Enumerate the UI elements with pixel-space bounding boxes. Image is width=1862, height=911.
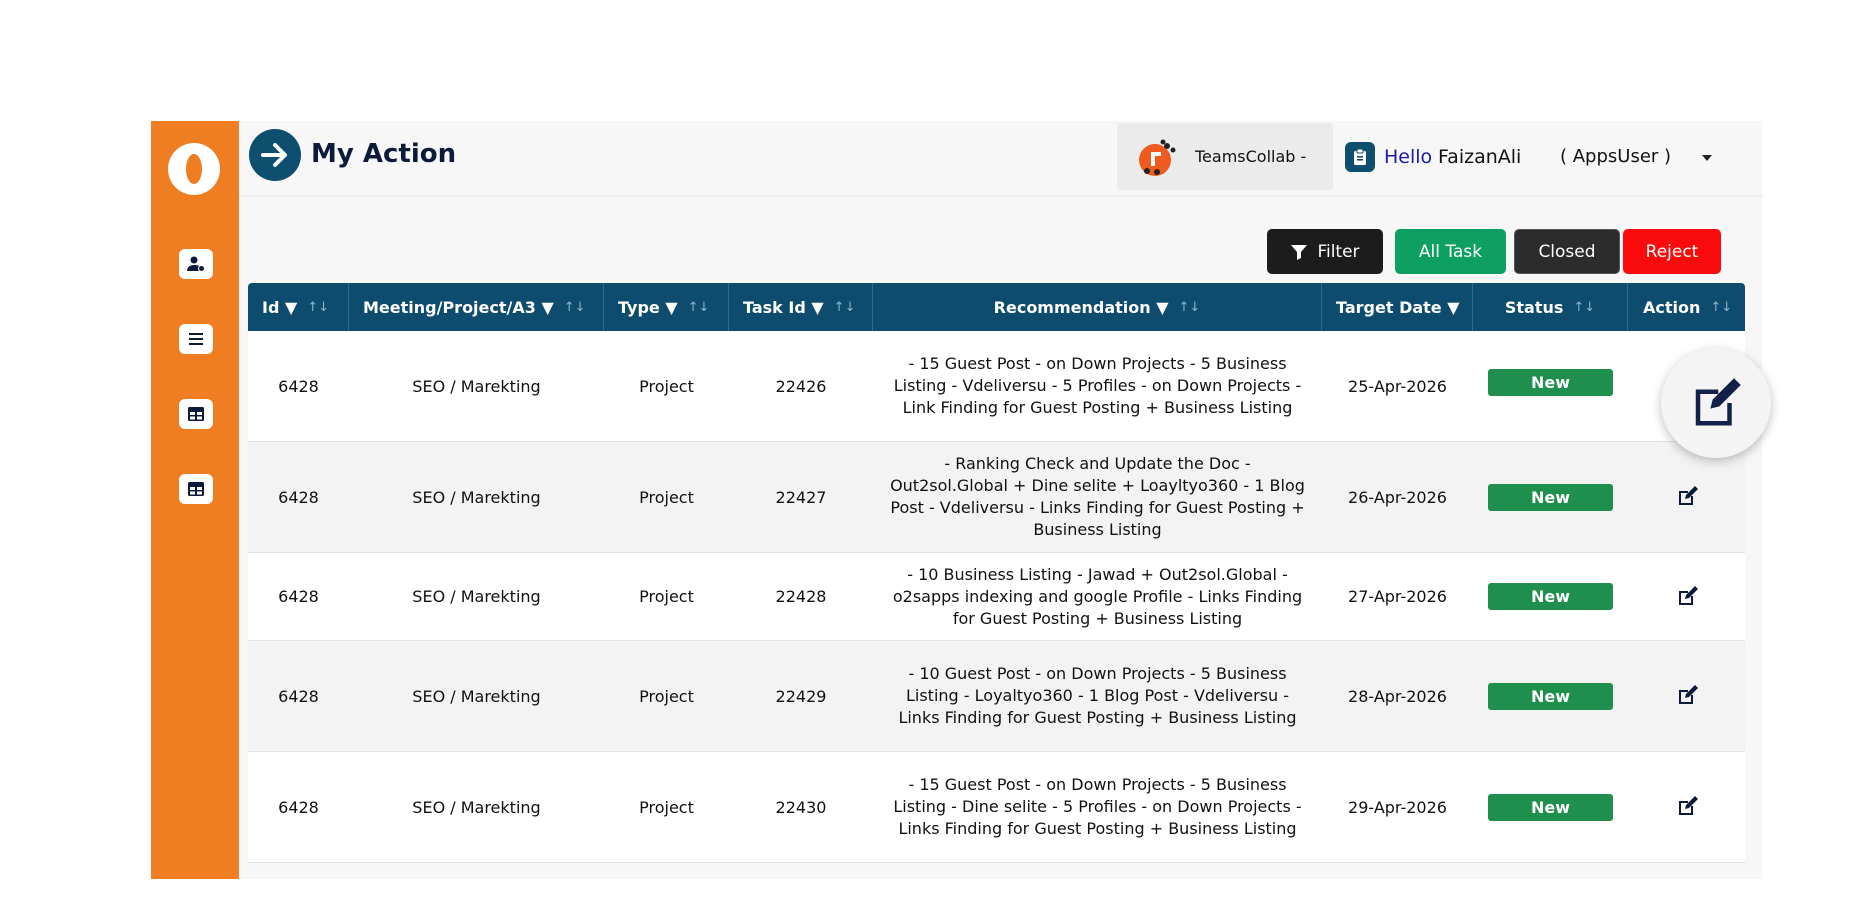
table-header: Id ▼ ↑↓ Meeting/Project/A3 ▼ ↑↓ Type ▼ ↑↓ T…	[248, 283, 1745, 331]
cell-task-id: 22429	[775, 686, 827, 706]
arrow-right-icon[interactable]	[249, 129, 301, 181]
cell-recommendation: - 15 Guest Post - on Down Projects - 5 B…	[893, 775, 1302, 838]
cell-type: Project	[639, 587, 694, 606]
cell-type: Project	[639, 487, 694, 507]
cell-status: New	[1473, 331, 1628, 441]
cell-type: Project	[639, 686, 694, 706]
edit-icon[interactable]	[1675, 795, 1699, 819]
table-row[interactable]: 6428 SEO / Marekting Project 22429 - 10 …	[248, 641, 1745, 752]
sort-icon[interactable]: ↑↓	[1710, 300, 1732, 315]
chevron-down-icon[interactable]	[1702, 155, 1712, 161]
cell-meeting: SEO / Marekting	[412, 587, 541, 606]
status-badge: New	[1488, 483, 1613, 511]
edit-icon	[1695, 378, 1741, 426]
status-badge: New	[1488, 793, 1613, 821]
edit-icon[interactable]	[1675, 585, 1699, 609]
column-header-action[interactable]: Action ↑↓	[1628, 283, 1745, 331]
top-header: My Action TeamsCollab - Hello FaizanAli …	[239, 121, 1762, 197]
column-header-recommendation[interactable]: Recommendation ▼ ↑↓	[873, 283, 1322, 331]
team-name: TeamsCollab -	[1195, 147, 1307, 166]
cell-target-date: 29-Apr-2026	[1348, 797, 1447, 817]
edit-icon[interactable]	[1675, 684, 1699, 708]
edit-icon[interactable]	[1675, 485, 1699, 509]
page-title: My Action	[311, 139, 457, 169]
cell-recommendation: - 10 Guest Post - on Down Projects - 5 B…	[898, 664, 1297, 727]
cell-target-date: 26-Apr-2026	[1348, 487, 1447, 507]
clipboard-icon[interactable]	[1345, 142, 1375, 172]
cell-action	[1628, 442, 1745, 552]
sort-icon[interactable]: ↑↓	[1573, 300, 1595, 315]
sidebar	[151, 121, 239, 879]
cell-task-id: 22426	[775, 376, 827, 396]
sort-icon[interactable]: ↑↓	[1179, 300, 1201, 315]
column-header-task-id[interactable]: Task Id ▼ ↑↓	[729, 283, 873, 331]
list-icon[interactable]	[179, 324, 213, 354]
all-task-button[interactable]: All Task	[1395, 229, 1506, 274]
cell-type: Project	[639, 376, 694, 396]
table-row[interactable]: 6428 SEO / Marekting Project 22427 - Ran…	[248, 442, 1745, 553]
floating-edit-button[interactable]	[1661, 348, 1771, 458]
user-settings-icon[interactable]	[179, 249, 213, 279]
table-row[interactable]: 6428 SEO / Marekting Project 22428 - 10 …	[248, 553, 1745, 641]
cell-id: 6428	[278, 797, 319, 817]
status-badge: New	[1488, 682, 1613, 710]
cell-status: New	[1473, 752, 1628, 862]
app-window: My Action TeamsCollab - Hello FaizanAli …	[151, 121, 1762, 879]
column-header-type[interactable]: Type ▼ ↑↓	[604, 283, 729, 331]
cell-task-id: 22430	[775, 797, 827, 817]
cell-task-id: 22428	[775, 587, 827, 606]
cell-action	[1628, 553, 1745, 640]
sort-icon[interactable]: ↑↓	[834, 300, 856, 315]
user-role-dropdown[interactable]: ( AppsUser )	[1560, 146, 1671, 167]
cell-action	[1628, 752, 1745, 862]
user-name: FaizanAli	[1438, 146, 1522, 168]
status-badge: New	[1488, 583, 1613, 610]
cell-target-date: 28-Apr-2026	[1348, 686, 1447, 706]
cell-task-id: 22427	[775, 487, 827, 507]
cell-type: Project	[639, 797, 694, 817]
status-badge: New	[1488, 369, 1613, 396]
closed-button[interactable]: Closed	[1514, 229, 1620, 274]
hello-greeting: Hello	[1384, 146, 1433, 168]
filter-icon	[1291, 244, 1308, 260]
table-body: 6428 SEO / Marekting Project 22426 - 15 …	[248, 331, 1745, 863]
cell-status: New	[1473, 442, 1628, 552]
cell-recommendation: - Ranking Check and Update the Doc - Out…	[890, 454, 1305, 539]
cell-id: 6428	[278, 376, 319, 396]
cell-meeting: SEO / Marekting	[412, 686, 541, 706]
column-header-id[interactable]: Id ▼ ↑↓	[248, 283, 349, 331]
cell-id: 6428	[278, 686, 319, 706]
cell-target-date: 27-Apr-2026	[1348, 587, 1447, 606]
filter-button[interactable]: Filter	[1267, 229, 1383, 274]
team-logo-icon	[1139, 139, 1176, 176]
cell-meeting: SEO / Marekting	[412, 376, 541, 396]
cell-meeting: SEO / Marekting	[412, 487, 541, 507]
column-header-status[interactable]: Status ↑↓	[1473, 283, 1628, 331]
cell-meeting: SEO / Marekting	[412, 797, 541, 817]
app-logo[interactable]	[168, 143, 220, 195]
sort-icon[interactable]: ↑↓	[564, 300, 586, 315]
cell-target-date: 25-Apr-2026	[1348, 376, 1447, 396]
action-table: Id ▼ ↑↓ Meeting/Project/A3 ▼ ↑↓ Type ▼ ↑↓ T…	[248, 283, 1745, 863]
cell-action	[1628, 641, 1745, 751]
cell-recommendation: - 15 Guest Post - on Down Projects - 5 B…	[893, 354, 1302, 417]
sort-icon[interactable]: ↑↓	[307, 300, 329, 315]
column-header-meeting[interactable]: Meeting/Project/A3 ▼ ↑↓	[349, 283, 604, 331]
table-row[interactable]: 6428 SEO / Marekting Project 22426 - 15 …	[248, 331, 1745, 442]
table-row[interactable]: 6428 SEO / Marekting Project 22430 - 15 …	[248, 752, 1745, 863]
column-header-target-date[interactable]: Target Date ▼	[1322, 283, 1473, 331]
filter-label: Filter	[1317, 241, 1360, 262]
sort-icon[interactable]: ↑↓	[688, 300, 710, 315]
grid-table-icon[interactable]	[179, 474, 213, 504]
team-switcher[interactable]: TeamsCollab -	[1117, 123, 1333, 190]
cell-id: 6428	[278, 587, 319, 606]
table-icon[interactable]	[179, 399, 213, 429]
cell-recommendation: - 10 Business Listing - Jawad + Out2sol.…	[892, 564, 1303, 628]
cell-status: New	[1473, 641, 1628, 751]
cell-status: New	[1473, 553, 1628, 640]
cell-id: 6428	[278, 487, 319, 507]
reject-button[interactable]: Reject	[1623, 229, 1721, 274]
